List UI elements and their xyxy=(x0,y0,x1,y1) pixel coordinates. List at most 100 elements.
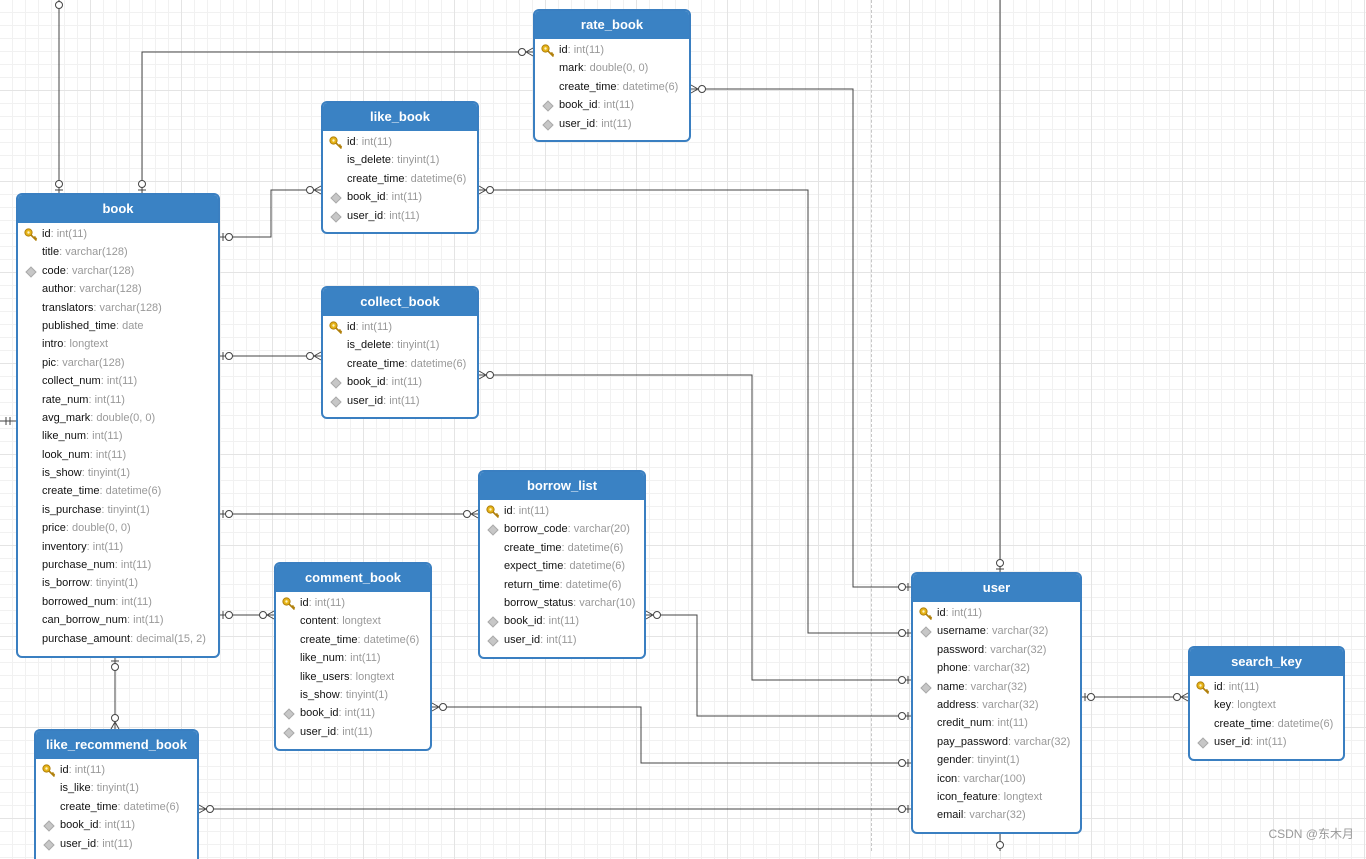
table-rate-book[interactable]: rate_book id: int(11) mark: double(0, 0) c… xyxy=(533,9,691,142)
column-row[interactable]: user_id: int(11) xyxy=(535,115,689,133)
column-row[interactable]: book_id: int(11) xyxy=(276,704,430,722)
column-row[interactable]: id: int(11) xyxy=(913,604,1080,622)
column-type: decimal(15, 2) xyxy=(136,632,206,645)
table-title: collect_book xyxy=(323,288,477,316)
index-diamond-icon xyxy=(25,266,37,278)
column-row[interactable]: book_id: int(11) xyxy=(323,188,477,206)
column-row[interactable]: collect_num: int(11) xyxy=(18,372,218,390)
column-row[interactable]: is_borrow: tinyint(1) xyxy=(18,574,218,592)
zero-circle-mark xyxy=(1087,693,1095,701)
column-row[interactable]: icon_feature: longtext xyxy=(913,788,1080,806)
column-name: create_time xyxy=(300,633,358,646)
column-row[interactable]: id: int(11) xyxy=(36,761,197,779)
column-row[interactable]: phone: varchar(32) xyxy=(913,659,1080,677)
zero-circle-mark xyxy=(225,611,233,619)
column-row[interactable]: password: varchar(32) xyxy=(913,641,1080,659)
column-row[interactable]: id: int(11) xyxy=(535,41,689,59)
column-type: tinyint(1) xyxy=(345,688,389,701)
column-row[interactable]: user_id: int(11) xyxy=(323,207,477,225)
column-row[interactable]: create_time: datetime(6) xyxy=(323,170,477,188)
column-row[interactable]: id: int(11) xyxy=(323,133,477,151)
column-row[interactable]: like_users: longtext xyxy=(276,668,430,686)
column-row[interactable]: pay_password: varchar(32) xyxy=(913,733,1080,751)
column-row[interactable]: user_id: int(11) xyxy=(480,631,644,649)
column-row[interactable]: username: varchar(32) xyxy=(913,622,1080,640)
column-row[interactable]: key: longtext xyxy=(1190,696,1343,714)
table-like-book[interactable]: like_book id: int(11) is_delete: tinyint(… xyxy=(321,101,479,234)
table-book[interactable]: book id: int(11) title: varchar(128) code:… xyxy=(16,193,220,658)
index-diamond-icon xyxy=(1197,737,1209,749)
table-title: user xyxy=(913,574,1080,602)
column-name: id xyxy=(937,607,946,619)
column-row[interactable]: mark: double(0, 0) xyxy=(535,59,689,77)
column-row[interactable]: is_delete: tinyint(1) xyxy=(323,336,477,354)
column-row[interactable]: create_time: datetime(6) xyxy=(1190,715,1343,733)
column-row[interactable]: create_time: datetime(6) xyxy=(36,798,197,816)
column-row[interactable]: is_like: tinyint(1) xyxy=(36,779,197,797)
column-type: int(11) xyxy=(92,430,123,443)
column-row[interactable]: name: varchar(32) xyxy=(913,678,1080,696)
column-row[interactable]: expect_time: datetime(6) xyxy=(480,557,644,575)
column-row[interactable]: book_id: int(11) xyxy=(36,816,197,834)
table-user[interactable]: user id: int(11) username: varchar(32) pas… xyxy=(911,572,1082,834)
table-borrow-list[interactable]: borrow_list id: int(11) borrow_code: varc… xyxy=(478,470,646,659)
column-row[interactable]: borrow_status: varchar(10) xyxy=(480,594,644,612)
column-row[interactable]: price: double(0, 0) xyxy=(18,519,218,537)
column-row[interactable]: create_time: datetime(6) xyxy=(276,631,430,649)
column-row[interactable]: id: int(11) xyxy=(323,318,477,336)
zero-circle-mark xyxy=(55,1,63,9)
column-row[interactable]: is_delete: tinyint(1) xyxy=(323,151,477,169)
column-row[interactable]: code: varchar(128) xyxy=(18,262,218,280)
column-row[interactable]: can_borrow_num: int(11) xyxy=(18,611,218,629)
column-row[interactable]: borrowed_num: int(11) xyxy=(18,593,218,611)
table-title: comment_book xyxy=(276,564,430,592)
column-type: int(11) xyxy=(1228,681,1260,693)
column-row[interactable]: id: int(11) xyxy=(276,594,430,612)
column-row[interactable]: content: longtext xyxy=(276,612,430,630)
column-row[interactable]: book_id: int(11) xyxy=(535,96,689,114)
column-row[interactable]: user_id: int(11) xyxy=(323,392,477,410)
column-row[interactable]: is_show: tinyint(1) xyxy=(276,686,430,704)
column-row[interactable]: create_time: datetime(6) xyxy=(535,78,689,96)
column-row[interactable]: credit_num: int(11) xyxy=(913,714,1080,732)
column-row[interactable]: purchase_amount: decimal(15, 2) xyxy=(18,630,218,648)
column-row[interactable]: email: varchar(32) xyxy=(913,806,1080,824)
column-row[interactable]: return_time: datetime(6) xyxy=(480,576,644,594)
column-row[interactable]: purchase_num: int(11) xyxy=(18,556,218,574)
column-row[interactable]: id: int(11) xyxy=(1190,678,1343,696)
column-row[interactable]: pic: varchar(128) xyxy=(18,354,218,372)
column-row[interactable]: create_time: datetime(6) xyxy=(18,482,218,500)
column-row[interactable]: inventory: int(11) xyxy=(18,538,218,556)
column-row[interactable]: book_id: int(11) xyxy=(480,612,644,630)
column-row[interactable]: is_show: tinyint(1) xyxy=(18,464,218,482)
column-row[interactable]: author: varchar(128) xyxy=(18,280,218,298)
column-row[interactable]: rate_num: int(11) xyxy=(18,391,218,409)
column-row[interactable]: like_num: int(11) xyxy=(18,427,218,445)
crow-foot-mark xyxy=(431,706,440,712)
column-row[interactable]: address: varchar(32) xyxy=(913,696,1080,714)
table-search-key[interactable]: search_key id: int(11) key: longtext creat… xyxy=(1188,646,1345,761)
column-row[interactable]: look_num: int(11) xyxy=(18,446,218,464)
column-row[interactable]: translators: varchar(128) xyxy=(18,299,218,317)
column-row[interactable]: book_id: int(11) xyxy=(323,373,477,391)
column-row[interactable]: gender: tinyint(1) xyxy=(913,751,1080,769)
column-row[interactable]: borrow_code: varchar(20) xyxy=(480,520,644,538)
column-row[interactable]: user_id: int(11) xyxy=(1190,733,1343,751)
column-row[interactable]: id: int(11) xyxy=(480,502,644,520)
column-row[interactable]: icon: varchar(100) xyxy=(913,770,1080,788)
column-row[interactable]: create_time: datetime(6) xyxy=(323,355,477,373)
column-row[interactable]: user_id: int(11) xyxy=(276,723,430,741)
column-row[interactable]: avg_mark: double(0, 0) xyxy=(18,409,218,427)
column-row[interactable]: is_purchase: tinyint(1) xyxy=(18,501,218,519)
column-row[interactable]: intro: longtext xyxy=(18,335,218,353)
table-collect-book[interactable]: collect_book id: int(11) is_delete: tinyi… xyxy=(321,286,479,419)
column-row[interactable]: published_time: date xyxy=(18,317,218,335)
column-row[interactable]: user_id: int(11) xyxy=(36,835,197,853)
column-row[interactable]: title: varchar(128) xyxy=(18,243,218,261)
table-comment-book[interactable]: comment_book id: int(11) content: longtex… xyxy=(274,562,432,751)
table-like-recommend-book[interactable]: like_recommend_book id: int(11) is_like: … xyxy=(34,729,199,859)
index-diamond-icon xyxy=(330,395,342,408)
column-row[interactable]: create_time: datetime(6) xyxy=(480,539,644,557)
column-row[interactable]: id: int(11) xyxy=(18,225,218,243)
column-row[interactable]: like_num: int(11) xyxy=(276,649,430,667)
